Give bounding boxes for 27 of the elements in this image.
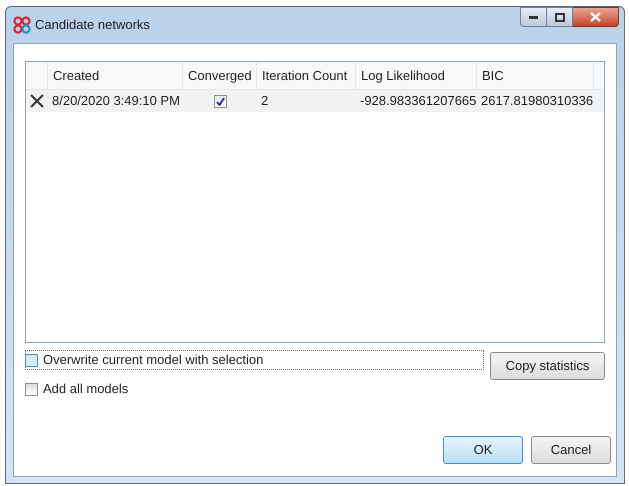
check-icon: [216, 96, 224, 106]
checkbox-label: Overwrite current model with selection: [43, 351, 264, 370]
minimize-button[interactable]: [520, 7, 547, 27]
column-header[interactable]: Created: [48, 62, 183, 89]
delete-icon[interactable]: [30, 94, 44, 108]
maximize-button[interactable]: [547, 7, 573, 27]
close-icon: [590, 12, 601, 22]
table-cell-text: 2: [261, 92, 268, 110]
table-cell-text: 8/20/2020 3:49:10 PM: [52, 92, 180, 110]
column-header[interactable]: Iteration Count: [257, 62, 356, 89]
checkbox-label: Add all models: [43, 380, 128, 398]
window-title: Candidate networks: [35, 16, 150, 34]
maximize-icon: [554, 12, 564, 22]
checkbox[interactable]: [25, 354, 38, 366]
converged-checkbox[interactable]: [214, 94, 226, 108]
checkbox[interactable]: [25, 382, 38, 396]
table-cell-text: -928.983361207665: [360, 92, 476, 110]
minimize-icon: [529, 16, 538, 18]
dialog-button[interactable]: Copy statistics: [490, 352, 605, 380]
column-header[interactable]: Log Likelihood: [356, 62, 477, 89]
app-logo-icon: [13, 16, 31, 34]
dialog-button[interactable]: Cancel: [531, 436, 611, 464]
close-button[interactable]: [573, 7, 619, 27]
column-header[interactable]: Converged: [183, 62, 257, 89]
table-cell-text: 2617.81980310336: [481, 92, 594, 110]
column-header[interactable]: BIC: [477, 62, 594, 89]
dialog-button[interactable]: OK: [443, 436, 523, 464]
